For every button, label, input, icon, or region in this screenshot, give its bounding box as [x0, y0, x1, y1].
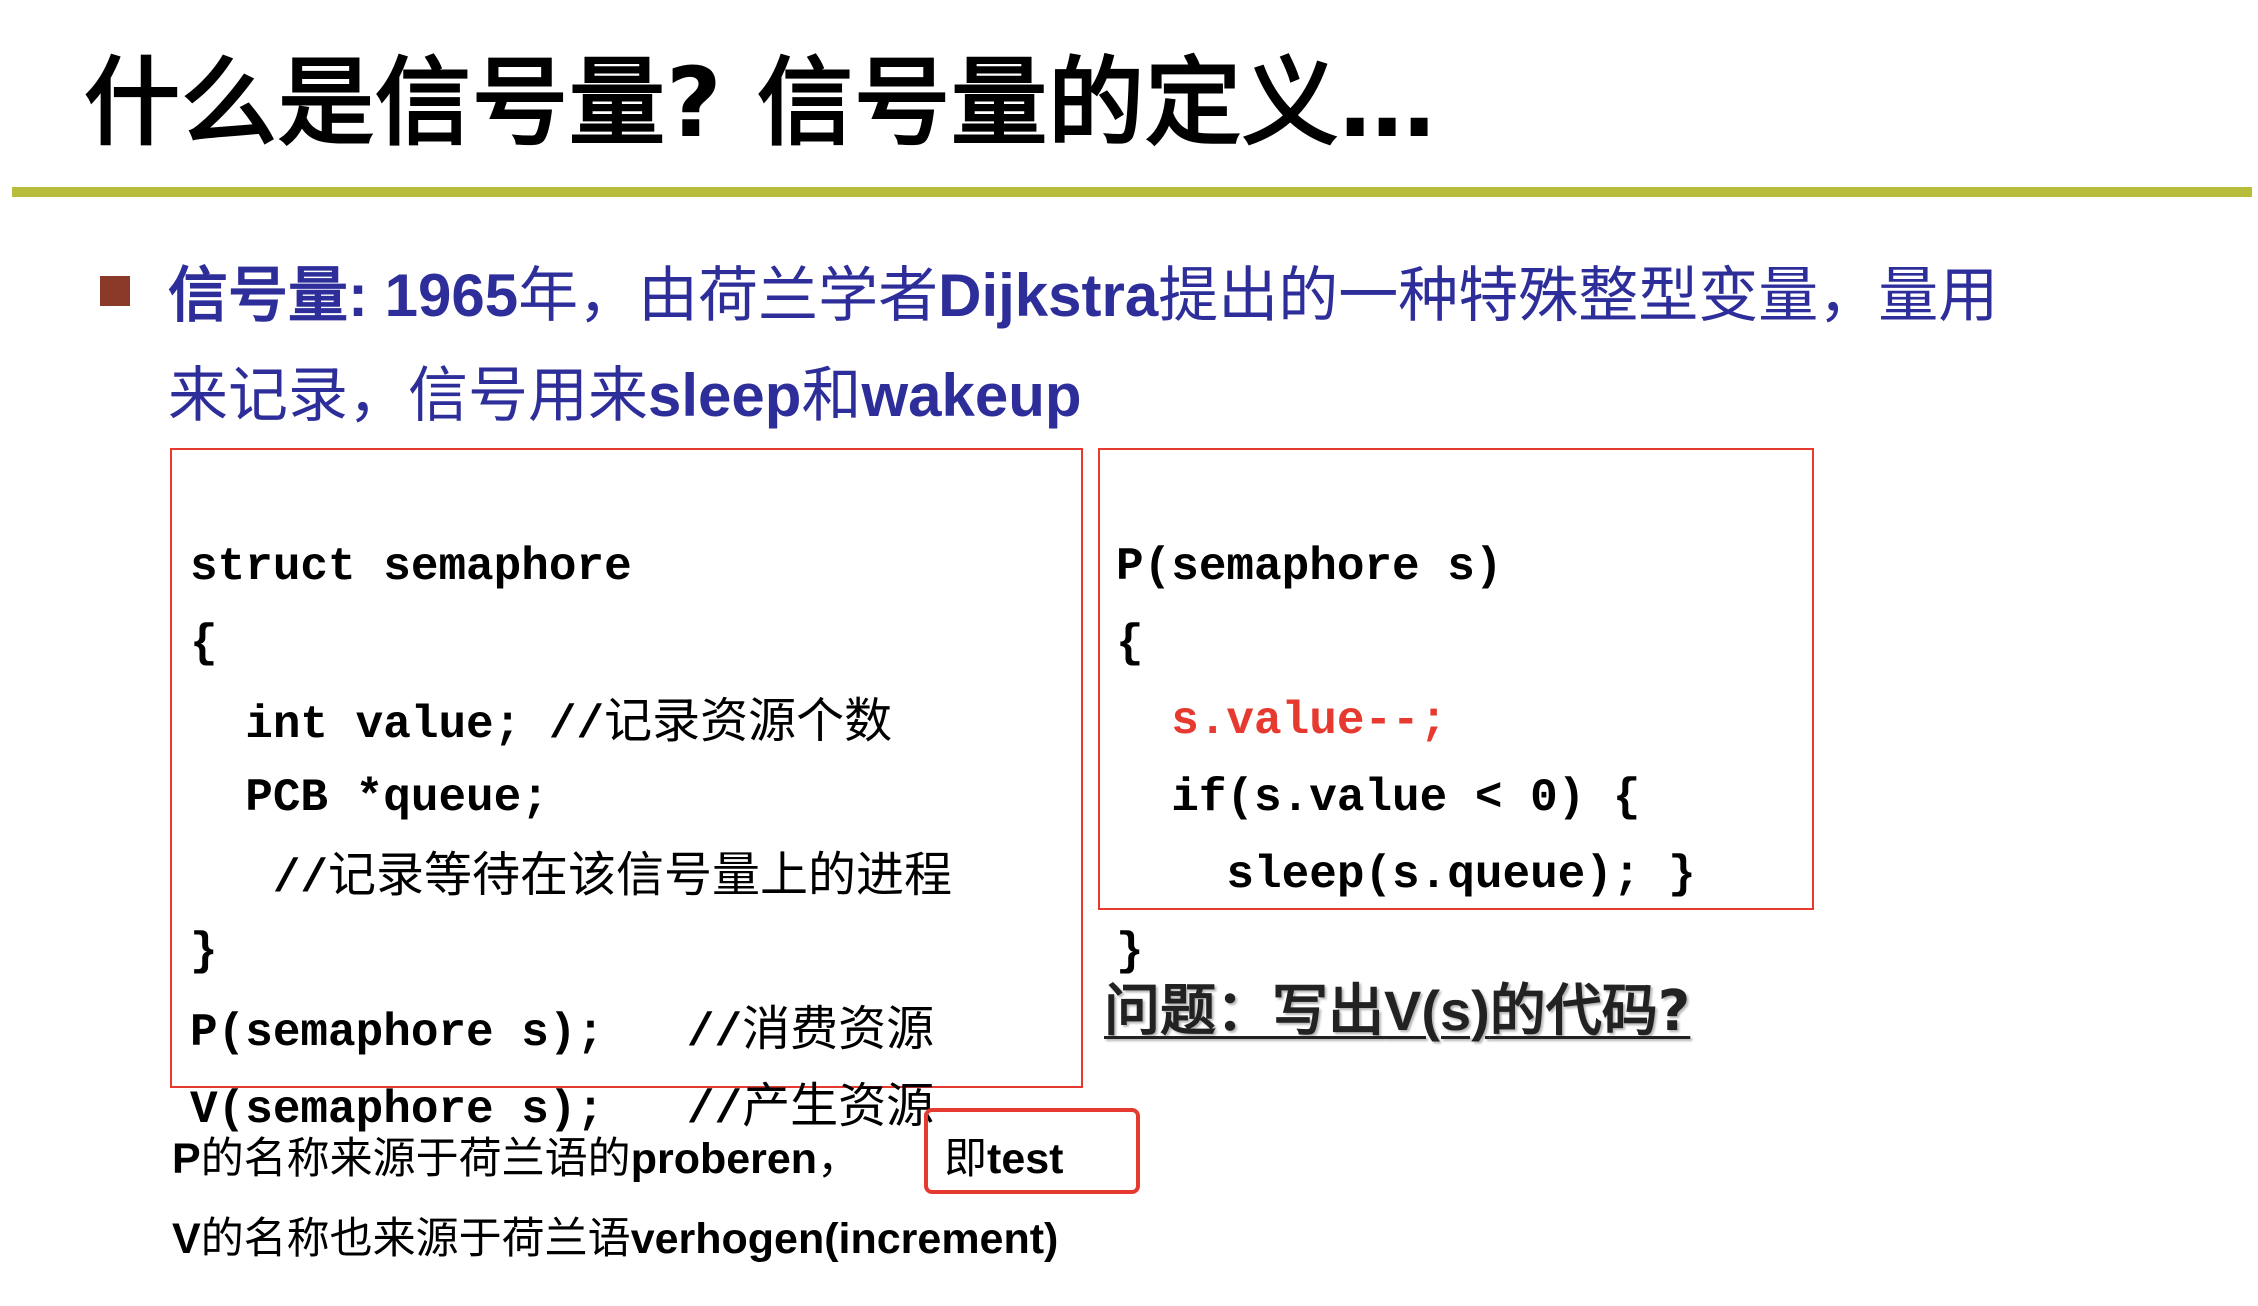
- code-line: if(s.value < 0) {: [1116, 772, 1641, 824]
- code-line: P(semaphore s): [1116, 541, 1503, 593]
- code-line: int value; //记录资源个数: [190, 693, 893, 751]
- bullet-paragraph: 信号量: 1965年，由荷兰学者Dijkstra提出的一种特殊整型变量，量用 来…: [168, 246, 2168, 446]
- code-line: sleep(s.queue); }: [1116, 849, 1696, 901]
- code-line: P(semaphore s); //消费资源: [190, 1001, 935, 1059]
- code-line-highlighted: s.value--;: [1116, 695, 1448, 747]
- dijkstra-name: Dijkstra: [938, 262, 1159, 329]
- bullet-square-icon: [100, 276, 130, 306]
- bullet-line-1: 信号量: 1965年，由荷兰学者Dijkstra提出的一种特殊整型变量，量用: [168, 261, 1999, 331]
- title-underline-rule: [12, 187, 2252, 197]
- semaphore-struct-code: struct semaphore { int value; //记录资源个数 PC…: [190, 452, 952, 1222]
- test-label: 即test: [944, 1134, 1064, 1184]
- code-comment: 消费资源: [742, 1001, 935, 1057]
- p-origin-note: P的名称来源于荷兰语的proberen，: [172, 1134, 861, 1184]
- slide-title: 什么是信号量? 信号量的定义…: [84, 47, 1437, 159]
- v-origin-note: V的名称也来源于荷兰语verhogen(increment): [172, 1214, 1059, 1264]
- code-line: }: [190, 926, 218, 978]
- code-line: struct semaphore: [190, 541, 632, 593]
- bullet-term: 信号量: 1965: [168, 262, 519, 329]
- code-comment: 记录资源个数: [604, 693, 893, 749]
- question-text: 问题：写出V(s)的代码?: [1104, 979, 1691, 1044]
- code-line: {: [190, 618, 218, 670]
- bullet-line-2: 来记录，信号用来sleep和wakeup: [168, 361, 1082, 431]
- code-comment: 记录等待在该信号量上的进程: [328, 847, 953, 903]
- code-line: PCB *queue;: [190, 772, 549, 824]
- code-line: {: [1116, 618, 1144, 670]
- code-line: //记录等待在该信号量上的进程: [190, 847, 953, 905]
